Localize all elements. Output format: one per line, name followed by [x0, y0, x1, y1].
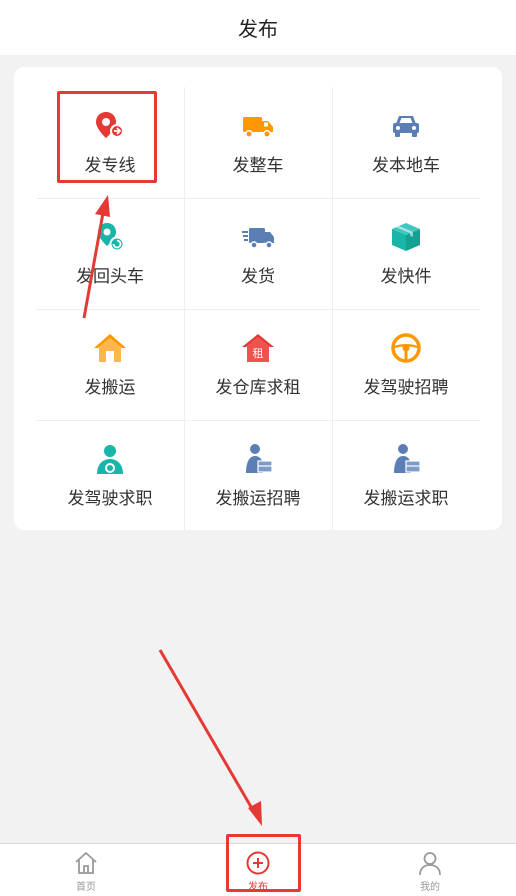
delivery-truck-icon — [242, 228, 274, 249]
plus-circle-icon — [246, 851, 270, 875]
grid-item-label: 发整车 — [232, 156, 284, 176]
grid-item-label: 发专线 — [84, 156, 136, 176]
package-icon — [392, 223, 420, 251]
publish-special-line-button[interactable]: 发专线 — [36, 87, 184, 198]
tab-home[interactable]: 首页 — [0, 844, 172, 896]
bottom-tab-bar: 首页 发布 我的 — [0, 843, 516, 896]
publish-mover-recruit-button[interactable]: 发搬运招聘 — [184, 420, 332, 530]
annotation-arrow-down — [158, 649, 262, 826]
grid-item-label: 发搬运 — [84, 378, 136, 398]
grid-item-label: 发本地车 — [372, 156, 440, 176]
publish-return-truck-button[interactable]: 发回头车 — [36, 198, 184, 309]
rent-house-icon: 租 — [242, 334, 274, 362]
grid-item-label: 发回头车 — [76, 267, 144, 287]
tab-label: 发布 — [248, 882, 268, 893]
tab-label: 我的 — [420, 882, 440, 893]
publish-full-truck-button[interactable]: 发整车 — [184, 87, 332, 198]
rent-badge-text: 租 — [253, 347, 264, 360]
car-icon — [393, 116, 419, 137]
tab-mine[interactable]: 我的 — [344, 844, 516, 896]
publish-moving-button[interactable]: 发搬运 — [36, 309, 184, 420]
tab-publish[interactable]: 发布 — [172, 844, 344, 896]
grid-item-label: 发仓库求租 — [215, 378, 301, 398]
top-header: 发布 — [0, 0, 516, 55]
grid-item-label: 发快件 — [380, 267, 432, 287]
publish-local-vehicle-button[interactable]: 发本地车 — [332, 87, 480, 198]
publish-driver-job-seek-button[interactable]: 发驾驶求职 — [36, 420, 184, 530]
truck-icon — [243, 117, 273, 138]
grid-item-label: 发货 — [241, 267, 275, 287]
publish-express-button[interactable]: 发快件 — [332, 198, 480, 309]
location-pin-icon — [96, 112, 124, 138]
publish-cargo-button[interactable]: 发货 — [184, 198, 332, 309]
driver-person-icon — [97, 445, 123, 474]
publish-warehouse-rent-button[interactable]: 租 发仓库求租 — [184, 309, 332, 420]
house-icon — [94, 334, 126, 362]
return-route-icon — [98, 223, 125, 252]
grid-item-label: 发驾驶招聘 — [363, 378, 449, 398]
publish-mover-job-seek-button[interactable]: 发搬运求职 — [332, 420, 480, 530]
tab-label: 首页 — [76, 882, 96, 893]
publish-grid-card: 发专线 发整车 发本地车 发回头车 发货 发快件 发搬运 租 发仓库求租 发驾驶… — [14, 67, 502, 530]
grid-item-label: 发搬运招聘 — [215, 489, 301, 509]
mover-person-icon — [394, 444, 421, 473]
home-icon — [75, 852, 97, 874]
mover-person-icon — [246, 444, 273, 473]
page-title: 发布 — [238, 17, 278, 41]
person-icon — [419, 852, 441, 876]
steering-wheel-icon — [391, 333, 421, 363]
grid-item-label: 发搬运求职 — [363, 489, 449, 509]
publish-grid: 发专线 发整车 发本地车 发回头车 发货 发快件 发搬运 租 发仓库求租 发驾驶… — [36, 87, 480, 530]
grid-item-label: 发驾驶求职 — [67, 489, 153, 509]
publish-driver-recruit-button[interactable]: 发驾驶招聘 — [332, 309, 480, 420]
